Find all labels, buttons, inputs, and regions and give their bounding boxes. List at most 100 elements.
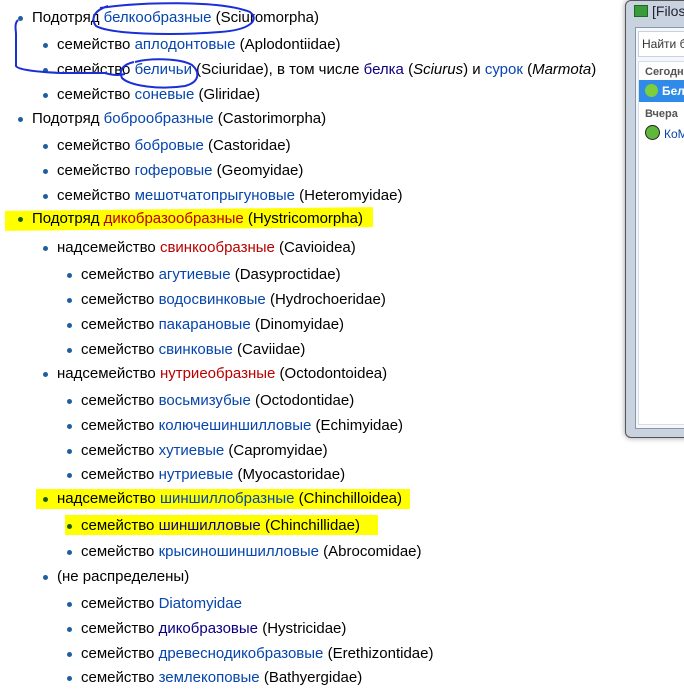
list-item: Подотряд белкообразные (Sciuromorpha) [18, 9, 320, 27]
item-text: (Hystricidae) [258, 620, 347, 637]
taxon-link[interactable]: Diatomyidae [159, 595, 242, 612]
taxon-link[interactable]: восьмизубые [159, 392, 251, 409]
item-text: (Sciuromorpha) [211, 9, 320, 26]
taxon-link[interactable]: аплодонтовые [135, 36, 236, 53]
item-text: надсемейство [57, 239, 160, 256]
taxon-link[interactable]: мешотчатопрыгуновые [135, 187, 295, 204]
taxon-link[interactable]: дикобразовые [159, 620, 258, 637]
list-item: семейство свинковые (Caviidae) [67, 341, 306, 359]
item-text: (Gliridae) [194, 86, 261, 103]
window-title[interactable]: [Filoso [634, 3, 684, 19]
item-text: (Caviidae) [232, 341, 306, 358]
list-item: надсемейство нутриеобразные (Octodontoid… [43, 365, 388, 383]
user-icon [645, 84, 658, 97]
item-text: (Octodontoidea) [275, 365, 388, 382]
contact-item[interactable]: КоМ [645, 125, 684, 141]
search-input[interactable]: Найти бе [638, 31, 684, 57]
list-item: семейство колючешиншилловые (Echimyidae) [67, 417, 404, 435]
list-item: семейство соневые (Gliridae) [43, 86, 261, 104]
item-text: семейство [57, 137, 135, 154]
bullet-icon [67, 550, 72, 555]
item-text: (Chinchillidae) [260, 517, 360, 534]
item-text: (Octodontidae) [250, 392, 355, 409]
taxon-link[interactable]: свинковые [159, 341, 233, 358]
item-text: надсемейство [57, 365, 160, 382]
bullet-icon [67, 348, 72, 353]
taxon-link[interactable]: водосвинковые [159, 291, 266, 308]
taxon-link[interactable]: боброобразные [104, 110, 214, 127]
item-text: семейство [81, 595, 159, 612]
item-text: (Erethizontidae) [323, 645, 434, 662]
taxon-link[interactable]: беличьи [135, 61, 192, 78]
list-item: семейство нутриевые (Myocastoridae) [67, 466, 346, 484]
taxon-link[interactable]: шиншиллобразные [160, 490, 295, 507]
item-text: ( [522, 61, 533, 78]
bullet-icon [67, 273, 72, 278]
item-text: семейство [81, 417, 159, 434]
taxon-link[interactable]: пакарановые [159, 316, 251, 333]
item-text: (Dasyproctidae) [230, 266, 341, 283]
taxon-link[interactable]: дикобразообразные [104, 210, 244, 227]
item-text: семейство [81, 669, 159, 686]
item-text: семейство [57, 61, 135, 78]
list-item: семейство хутиевые (Capromyidae) [67, 442, 328, 460]
item-text: семейство [81, 316, 159, 333]
list-item: семейство агутиевые (Dasyproctidae) [67, 266, 341, 284]
taxon-link[interactable]: нутриевые [159, 466, 234, 483]
bullet-icon [43, 169, 48, 174]
item-text: Подотряд [32, 210, 104, 227]
taxon-link[interactable]: агутиевые [159, 266, 231, 283]
list-item: надсемейство свинкообразные (Cavioidea) [43, 239, 356, 257]
taxon-link[interactable]: крысиношиншилловые [159, 543, 319, 560]
item-text: (Castoridae) [203, 137, 291, 154]
list-item: семейство Diatomyidae [67, 595, 242, 613]
taxon-link[interactable]: колючешиншилловые [159, 417, 312, 434]
bullet-icon [67, 298, 72, 303]
messenger-window[interactable]: [Filoso Найти бе Сегодн Бел Вчера КоМ [625, 0, 684, 438]
item-text: (Chinchilloidea) [294, 490, 403, 507]
list-item: семейство землекоповые (Bathyergidae) [67, 669, 362, 687]
taxon-link[interactable]: шиншилловые [159, 517, 261, 534]
list-item: семейство водосвинковые (Hydrochoeridae) [67, 291, 386, 309]
taxon-link[interactable]: нутриеобразные [160, 365, 275, 382]
list-item: семейство гоферовые (Geomyidae) [43, 162, 303, 180]
taxon-link[interactable]: древеснодикобразовые [159, 645, 324, 662]
item-text: (Hydrochoeridae) [265, 291, 386, 308]
bullet-icon [67, 676, 72, 681]
bullet-icon [67, 323, 72, 328]
item-text: семейство [57, 162, 135, 179]
item-text: ( [403, 61, 414, 78]
taxon-link[interactable]: сурок [485, 61, 523, 78]
taxon-link[interactable]: гоферовые [135, 162, 213, 179]
bullet-icon [67, 424, 72, 429]
group-today: Сегодн [645, 66, 684, 78]
list-item: (не распределены) [43, 568, 189, 586]
taxon-link[interactable]: землекоповые [159, 669, 260, 686]
bullet-icon [43, 372, 48, 377]
item-text: семейство [81, 466, 159, 483]
genus-name: Sciurus [413, 61, 464, 78]
list-item: надсемейство шиншиллобразные (Chinchillo… [43, 490, 403, 508]
list-item: семейство дикобразовые (Hystricidae) [67, 620, 347, 638]
item-text: (Hystricomorpha) [243, 210, 363, 227]
taxon-link[interactable]: бобровые [135, 137, 204, 154]
taxon-link[interactable]: белка [364, 61, 404, 78]
bullet-icon [43, 246, 48, 251]
item-text: ) [591, 61, 597, 78]
item-text: (Myocastoridae) [233, 466, 346, 483]
taxon-link[interactable]: свинкообразные [160, 239, 275, 256]
taxon-link[interactable]: соневые [135, 86, 195, 103]
taxon-link[interactable]: белкообразные [104, 9, 212, 26]
item-text: (Echimyidae) [311, 417, 404, 434]
bullet-icon [43, 194, 48, 199]
item-text: семейство [81, 543, 159, 560]
window-title-text: [Filoso [652, 3, 684, 19]
window-body: Найти бе Сегодн Бел Вчера КоМ [635, 27, 684, 429]
item-text: (Castorimorpha) [213, 110, 327, 127]
item-text: (Dinomyidae) [250, 316, 345, 333]
taxon-link[interactable]: хутиевые [159, 442, 225, 459]
list-item: семейство шиншилловые (Chinchillidae) [67, 517, 360, 535]
item-text: (Heteromyidae) [294, 187, 403, 204]
list-item: семейство аплодонтовые (Aplodontiidae) [43, 36, 341, 54]
contact-selected[interactable]: Бел [639, 80, 684, 102]
